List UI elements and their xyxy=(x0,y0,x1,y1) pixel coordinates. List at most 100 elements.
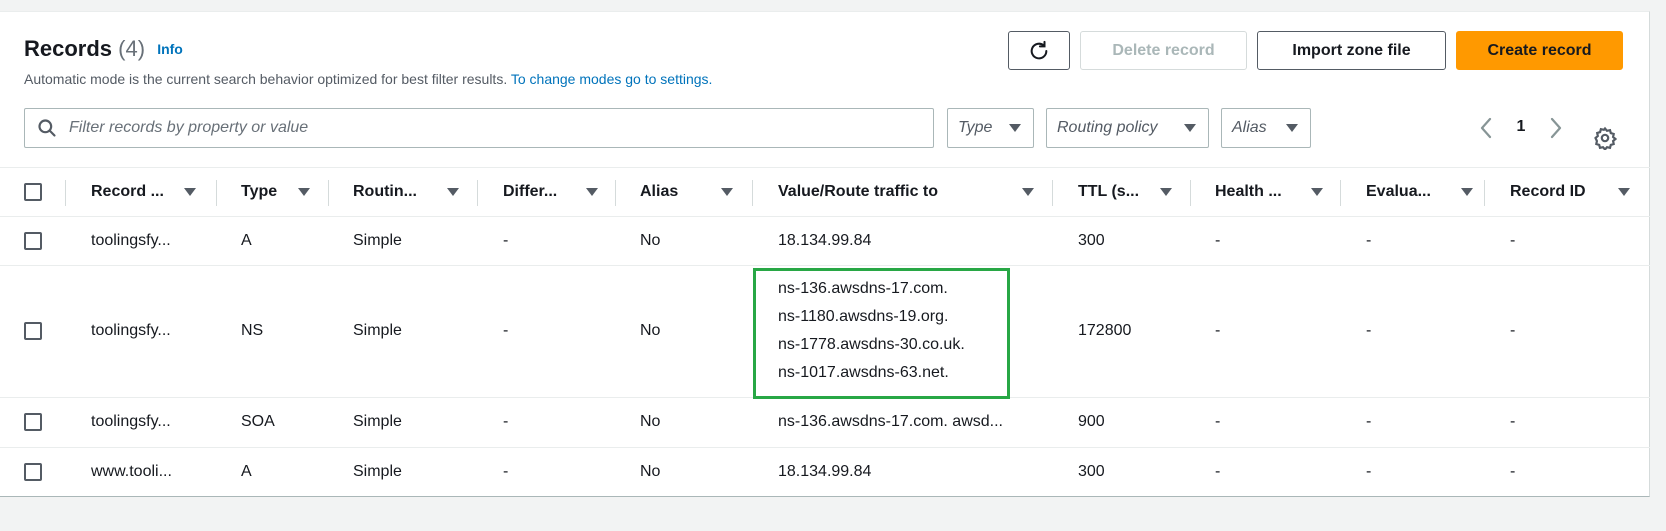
column-divider xyxy=(752,180,753,206)
chevron-right-icon[interactable] xyxy=(1543,116,1567,140)
caret-down-icon xyxy=(1184,124,1196,132)
table-header-row: Record ... Type Routin... Differ... Alia… xyxy=(0,167,1650,217)
table-row[interactable]: toolingsfy... NS Simple - No ns-136.awsd… xyxy=(0,266,1650,398)
cell-differentiator: - xyxy=(503,463,509,480)
cell-ttl: 300 xyxy=(1078,463,1105,480)
column-label: Record ... xyxy=(91,183,164,200)
column-label: Type xyxy=(241,183,278,200)
sort-icon xyxy=(184,188,196,196)
cell-alias: No xyxy=(640,322,661,339)
column-label: Differ... xyxy=(503,183,558,200)
column-header-evaluate-health[interactable]: Evalua... xyxy=(1366,168,1473,216)
routing-policy-filter-dropdown[interactable]: Routing policy xyxy=(1046,108,1209,148)
ns-value-line: ns-1778.awsdns-30.co.uk. xyxy=(778,336,965,353)
cell-value: 18.134.99.84 xyxy=(778,463,872,480)
column-label: Record ID xyxy=(1510,183,1586,200)
cell-type: SOA xyxy=(241,413,275,430)
page-number[interactable]: 1 xyxy=(1510,118,1532,136)
refresh-button[interactable] xyxy=(1008,31,1070,70)
column-header-type[interactable]: Type xyxy=(241,168,310,216)
settings-link[interactable]: To change modes go to settings. xyxy=(511,71,713,87)
column-header-alias[interactable]: Alias xyxy=(640,168,733,216)
cell-record-id: - xyxy=(1510,322,1516,339)
column-header-health-check[interactable]: Health ... xyxy=(1215,168,1323,216)
sort-icon xyxy=(1160,188,1172,196)
row-checkbox[interactable] xyxy=(24,413,42,431)
row-checkbox[interactable] xyxy=(24,322,42,340)
search-input[interactable] xyxy=(67,118,927,138)
cell-alias: No xyxy=(640,232,661,249)
caret-down-icon xyxy=(1009,124,1021,132)
gear-icon[interactable] xyxy=(1593,126,1617,150)
sort-icon xyxy=(1311,188,1323,196)
chevron-left-icon[interactable] xyxy=(1475,116,1499,140)
alias-filter-dropdown[interactable]: Alias xyxy=(1221,108,1311,148)
cell-routing-policy: Simple xyxy=(353,413,402,430)
column-divider xyxy=(1052,180,1053,206)
column-header-differentiator[interactable]: Differ... xyxy=(503,168,598,216)
cell-health-check: - xyxy=(1215,232,1221,249)
sort-icon xyxy=(1461,188,1473,196)
select-all-checkbox[interactable] xyxy=(24,183,42,201)
ns-value-line: ns-1180.awsdns-19.org. xyxy=(778,308,949,325)
cell-evaluate-health: - xyxy=(1366,232,1372,249)
delete-record-button[interactable]: Delete record xyxy=(1080,31,1247,70)
column-header-ttl[interactable]: TTL (s... xyxy=(1078,168,1172,216)
sort-icon xyxy=(721,188,733,196)
type-filter-dropdown[interactable]: Type xyxy=(947,108,1034,148)
sort-icon xyxy=(298,188,310,196)
caret-down-icon xyxy=(1286,124,1298,132)
cell-record-name: www.tooli... xyxy=(91,463,172,480)
cell-record-id: - xyxy=(1510,232,1516,249)
ns-value-line: ns-136.awsdns-17.com. xyxy=(778,280,948,297)
cell-type: A xyxy=(241,463,252,480)
record-count: (4) xyxy=(118,36,146,61)
info-link[interactable]: Info xyxy=(157,41,183,57)
column-header-record-id[interactable]: Record ID xyxy=(1510,168,1630,216)
cell-ttl: 900 xyxy=(1078,413,1105,430)
routing-filter-label: Routing policy xyxy=(1057,119,1158,136)
table-row[interactable]: toolingsfy... A Simple - No 18.134.99.84… xyxy=(0,217,1650,266)
column-label: Alias xyxy=(640,183,679,200)
sort-icon xyxy=(1022,188,1034,196)
cell-evaluate-health: - xyxy=(1366,463,1372,480)
cell-alias: No xyxy=(640,463,661,480)
cell-routing-policy: Simple xyxy=(353,463,402,480)
cell-value: ns-136.awsdns-17.com. ns-1180.awsdns-19.… xyxy=(778,275,965,387)
cell-alias: No xyxy=(640,413,661,430)
page-title: Records (4) Info xyxy=(24,36,183,62)
sort-icon xyxy=(586,188,598,196)
column-label: Value/Route traffic to xyxy=(778,183,939,200)
column-header-value[interactable]: Value/Route traffic to xyxy=(778,168,1034,216)
create-record-button[interactable]: Create record xyxy=(1456,31,1623,70)
column-header-record-name[interactable]: Record ... xyxy=(91,168,196,216)
cell-record-name: toolingsfy... xyxy=(91,413,171,430)
cell-evaluate-health: - xyxy=(1366,322,1372,339)
column-divider xyxy=(1340,180,1341,206)
row-checkbox[interactable] xyxy=(24,232,42,250)
column-divider xyxy=(1190,180,1191,206)
cell-health-check: - xyxy=(1215,463,1221,480)
search-icon xyxy=(38,119,56,137)
column-divider xyxy=(1484,180,1485,206)
column-divider xyxy=(615,180,616,206)
refresh-icon xyxy=(1030,40,1048,59)
column-header-routing-policy[interactable]: Routin... xyxy=(353,168,459,216)
cell-health-check: - xyxy=(1215,413,1221,430)
table-row[interactable]: toolingsfy... SOA Simple - No ns-136.aws… xyxy=(0,398,1650,448)
type-filter-label: Type xyxy=(958,119,993,136)
sort-icon xyxy=(1618,188,1630,196)
search-mode-description: Automatic mode is the current search beh… xyxy=(24,70,712,88)
column-divider xyxy=(328,180,329,206)
cell-record-id: - xyxy=(1510,413,1516,430)
column-label: TTL (s... xyxy=(1078,183,1140,200)
alias-filter-label: Alias xyxy=(1232,119,1267,136)
cell-differentiator: - xyxy=(503,413,509,430)
table-row[interactable]: www.tooli... A Simple - No 18.134.99.84 … xyxy=(0,448,1650,497)
cell-type: NS xyxy=(241,322,264,339)
import-zone-file-button[interactable]: Import zone file xyxy=(1257,31,1446,70)
cell-routing-policy: Simple xyxy=(353,232,402,249)
cell-differentiator: - xyxy=(503,322,509,339)
column-label: Routin... xyxy=(353,183,417,200)
row-checkbox[interactable] xyxy=(24,463,42,481)
